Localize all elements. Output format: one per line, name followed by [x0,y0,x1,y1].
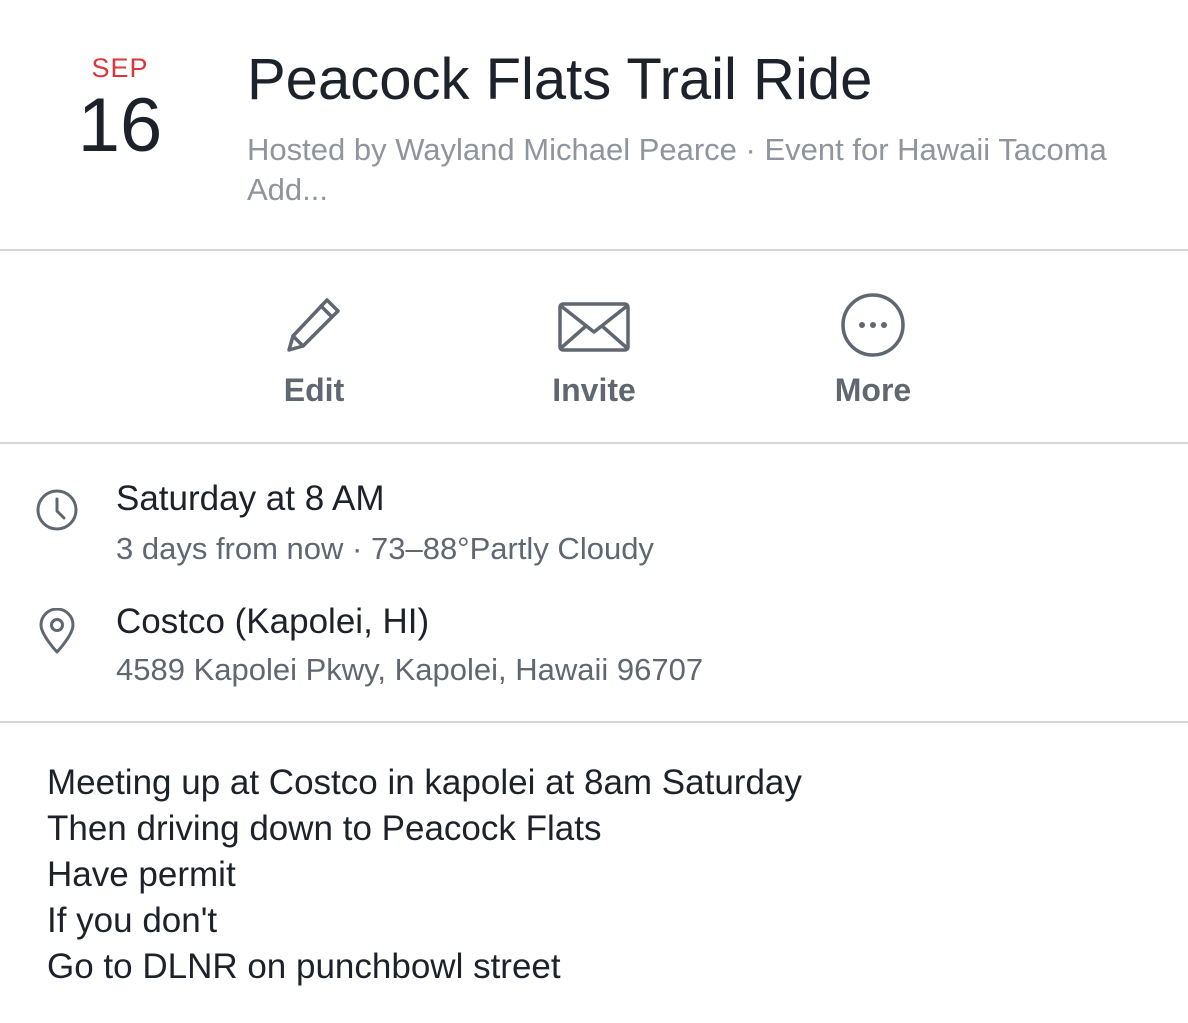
location-pin-icon [39,608,75,654]
event-header: SEP 16 Peacock Flats Trail Ride Hosted b… [0,0,1188,250]
description-line: Meeting up at Costco in kapolei at 8am S… [47,763,802,802]
event-month: SEP [91,53,149,83]
event-location-address: 4589 Kapolei Pkwy, Kapolei, Hawaii 96707 [116,652,704,687]
more-button[interactable]: More [793,292,953,410]
edit-label: Edit [283,372,345,408]
divider [0,721,1188,723]
more-icon [841,293,905,357]
description-line: Then driving down to Peacock Flats [47,809,602,848]
event-details: Saturday at 8 AM 3 days from now · 73–88… [0,445,1188,720]
divider [0,249,1188,251]
pencil-icon [287,298,340,352]
description-line: If you don't [47,901,218,940]
action-bar: Edit Invite More [0,252,1188,442]
edit-button[interactable]: Edit [234,292,394,410]
description-line: Go to DLNR on punchbowl street [47,947,561,986]
event-location-name: Costco (Kapolei, HI) [116,602,430,641]
event-date: SEP 16 [60,52,180,164]
divider [0,442,1188,444]
envelope-icon [558,302,630,352]
invite-button[interactable]: Invite [514,292,674,410]
clock-icon [36,489,78,531]
description-line: Have permit [47,855,236,894]
invite-label: Invite [552,372,636,408]
event-time: Saturday at 8 AM [116,479,385,518]
event-day: 16 [77,83,163,168]
event-host-info[interactable]: Hosted by Wayland Michael Pearce · Event… [247,130,1147,210]
more-label: More [834,372,912,408]
event-description: Meeting up at Costco in kapolei at 8am S… [47,760,1147,990]
event-title: Peacock Flats Trail Ride [247,47,873,112]
event-time-weather: 3 days from now · 73–88°Partly Cloudy [116,531,654,566]
